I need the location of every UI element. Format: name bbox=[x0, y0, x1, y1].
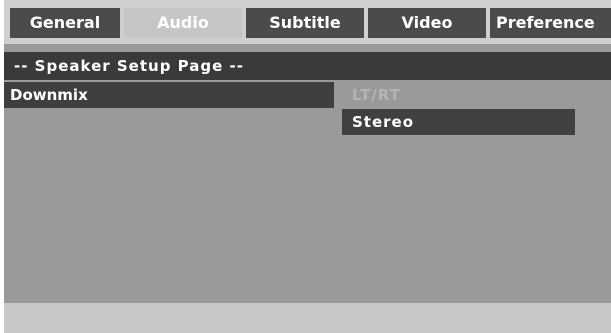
dvd-setup-menu: General Audio Subtitle Video Preference … bbox=[4, 0, 611, 333]
tab-video[interactable]: Video bbox=[368, 8, 486, 38]
page-title: -- Speaker Setup Page -- bbox=[4, 52, 611, 80]
tab-bar: General Audio Subtitle Video Preference bbox=[4, 0, 611, 44]
tab-general[interactable]: General bbox=[10, 8, 120, 38]
setting-downmix[interactable]: Downmix bbox=[4, 82, 334, 108]
tab-audio[interactable]: Audio bbox=[124, 8, 242, 38]
option-lt-rt[interactable]: LT/RT bbox=[342, 82, 575, 108]
tab-subtitle[interactable]: Subtitle bbox=[246, 8, 364, 38]
footer-bar bbox=[4, 303, 611, 333]
option-stereo[interactable]: Stereo bbox=[342, 109, 575, 135]
tab-preference[interactable]: Preference bbox=[490, 8, 611, 38]
